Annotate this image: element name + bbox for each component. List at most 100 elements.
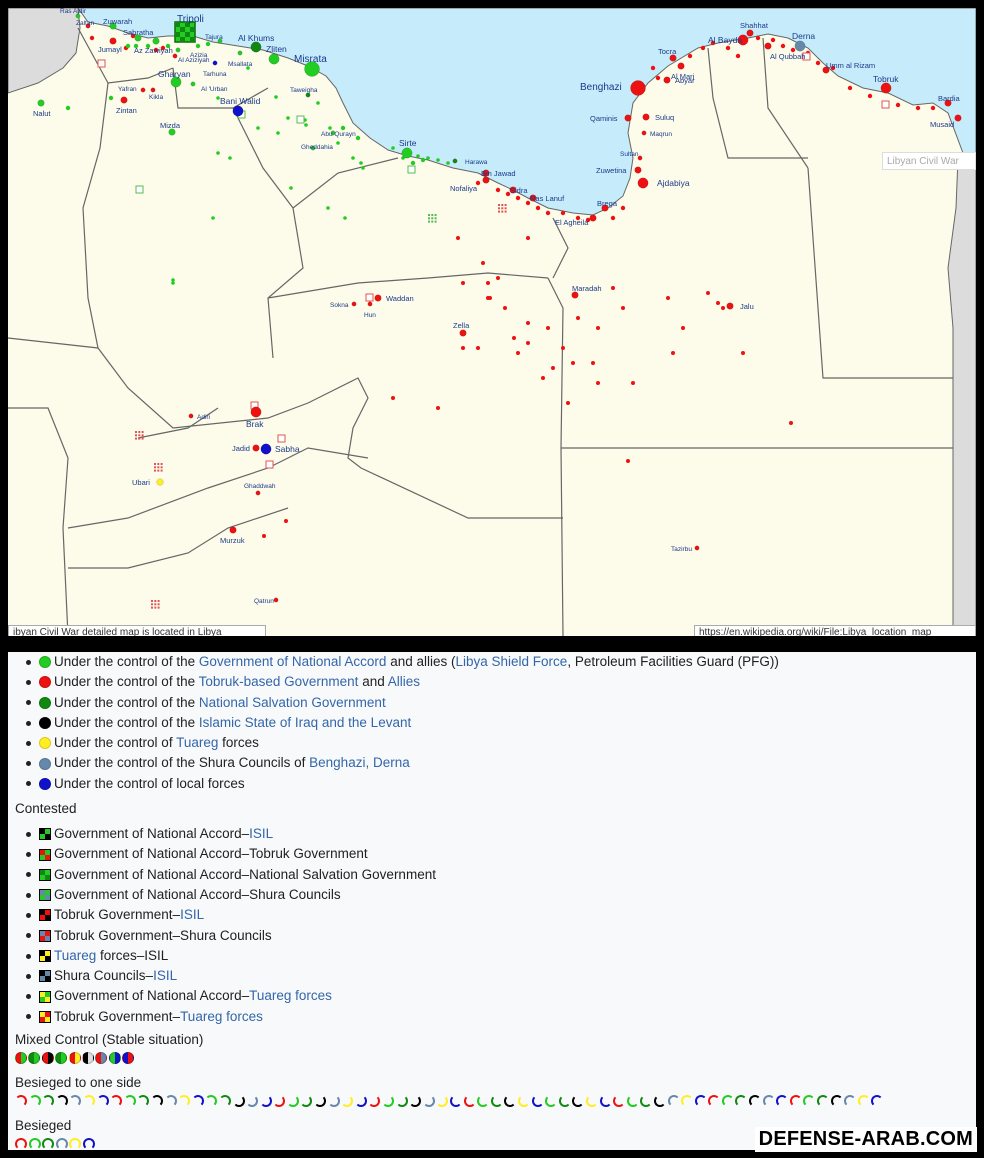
legend-link[interactable]: Tuareg	[54, 948, 96, 963]
legend-link[interactable]: ISIL	[153, 968, 177, 983]
place-marker-az-zawiyah[interactable]	[152, 37, 160, 45]
place-marker-brak[interactable]	[250, 406, 262, 418]
minor-location-marker[interactable]	[780, 43, 786, 49]
minor-location-marker[interactable]	[216, 151, 220, 155]
minor-location-marker[interactable]	[361, 166, 365, 170]
minor-location-marker[interactable]	[340, 125, 346, 131]
oil-field-marker[interactable]	[566, 401, 570, 405]
oil-field-marker[interactable]	[716, 301, 720, 305]
oil-field-marker[interactable]	[526, 321, 530, 325]
oil-field-marker[interactable]	[666, 296, 670, 300]
place-marker-zuwetina[interactable]	[634, 166, 642, 174]
place-marker-sirte[interactable]	[401, 147, 413, 159]
place-marker-suluq[interactable]	[642, 113, 650, 121]
legend-link[interactable]: Libya Shield Force	[456, 654, 568, 669]
place-marker-zintan[interactable]	[120, 96, 128, 104]
place-marker-nalut[interactable]	[37, 99, 45, 107]
minor-location-marker[interactable]	[65, 105, 71, 111]
minor-location-marker[interactable]	[620, 205, 626, 211]
legend-link[interactable]: Tuareg	[176, 735, 218, 750]
minor-location-marker[interactable]	[815, 60, 821, 66]
place-marker-abyar[interactable]	[663, 76, 671, 84]
legend-link[interactable]: Tobruk-based Government	[199, 674, 359, 689]
airbase-icon[interactable]	[97, 59, 106, 68]
oil-field-grid-icon[interactable]	[428, 214, 437, 223]
oil-field-marker[interactable]	[571, 361, 575, 365]
place-marker-sultan[interactable]	[637, 155, 643, 161]
legend-link[interactable]: Government of National Accord	[199, 654, 387, 669]
oil-field-marker[interactable]	[496, 276, 500, 280]
minor-location-marker[interactable]	[359, 161, 363, 165]
minor-location-marker[interactable]	[89, 35, 95, 41]
place-marker-al-khums[interactable]	[250, 41, 262, 53]
minor-location-marker[interactable]	[930, 105, 936, 111]
minor-location-marker[interactable]	[391, 146, 395, 150]
minor-location-marker[interactable]	[256, 126, 260, 130]
minor-location-marker[interactable]	[735, 53, 741, 59]
place-marker-maqrun[interactable]	[641, 130, 647, 136]
oil-field-grid-icon[interactable]	[151, 600, 160, 609]
oil-field-marker[interactable]	[512, 336, 516, 340]
place-marker-azizia[interactable]	[175, 47, 181, 53]
legend-link[interactable]: Benghazi, Derna	[309, 755, 410, 770]
minor-location-marker[interactable]	[326, 206, 330, 210]
oil-field-marker[interactable]	[706, 291, 710, 295]
place-marker-al-aziziyah[interactable]	[172, 53, 178, 59]
airbase-icon[interactable]	[135, 185, 144, 194]
oil-field-marker[interactable]	[262, 534, 266, 538]
oil-field-marker[interactable]	[621, 306, 625, 310]
oil-field-marker[interactable]	[596, 326, 600, 330]
place-marker-kikla[interactable]	[150, 87, 156, 93]
legend-link[interactable]: ISIL	[249, 826, 273, 841]
place-marker-derna[interactable]	[794, 40, 806, 52]
minor-location-marker[interactable]	[125, 43, 131, 49]
minor-location-marker[interactable]	[205, 41, 211, 47]
minor-location-marker[interactable]	[867, 93, 873, 99]
oil-field-marker[interactable]	[591, 361, 595, 365]
oil-field-marker[interactable]	[626, 459, 630, 463]
place-marker-ghaddwah[interactable]	[255, 490, 261, 496]
place-marker-tarhuna[interactable]	[212, 60, 218, 66]
place-marker-benghazi[interactable]	[630, 80, 646, 96]
oil-field-marker[interactable]	[611, 286, 615, 290]
minor-location-marker[interactable]	[895, 102, 901, 108]
legend-link[interactable]: ISIL	[180, 907, 204, 922]
legend-link[interactable]: Tuareg forces	[249, 988, 332, 1003]
oil-field-marker[interactable]	[541, 376, 545, 380]
minor-location-marker[interactable]	[515, 195, 521, 201]
oil-field-marker[interactable]	[526, 236, 530, 240]
oil-field-marker[interactable]	[486, 281, 490, 285]
place-marker-el-agheila[interactable]	[589, 214, 597, 222]
minor-location-marker[interactable]	[171, 281, 175, 285]
minor-location-marker[interactable]	[725, 45, 731, 51]
place-marker-harawa[interactable]	[452, 158, 458, 164]
oil-field-marker[interactable]	[391, 396, 395, 400]
place-marker-ajdabiya[interactable]	[637, 177, 649, 189]
place-marker-tobruk[interactable]	[880, 82, 892, 94]
legend-link[interactable]: Tuareg forces	[180, 1009, 263, 1024]
minor-location-marker[interactable]	[274, 95, 278, 99]
minor-location-marker[interactable]	[355, 135, 361, 141]
minor-location-marker[interactable]	[650, 65, 656, 71]
oil-field-marker[interactable]	[551, 366, 555, 370]
airbase-icon[interactable]	[881, 100, 890, 109]
place-marker-al-marj[interactable]	[677, 62, 685, 70]
minor-location-marker[interactable]	[700, 45, 706, 51]
place-marker-qatrun[interactable]	[273, 597, 279, 603]
place-marker-nofaliya[interactable]	[482, 176, 490, 184]
tripoli-contested-marker[interactable]	[174, 21, 196, 43]
place-marker-murzuk[interactable]	[229, 526, 237, 534]
map-canvas[interactable]: Tripoli Zuwarah Sabratha Zaltan Ras Ajdir Jum…	[8, 8, 976, 636]
minor-location-marker[interactable]	[687, 53, 693, 59]
place-marker-jalu[interactable]	[726, 302, 734, 310]
oil-field-marker[interactable]	[456, 236, 460, 240]
oil-field-marker[interactable]	[671, 351, 675, 355]
minor-location-marker[interactable]	[560, 210, 566, 216]
minor-location-marker[interactable]	[416, 154, 420, 158]
place-marker-zella[interactable]	[459, 329, 467, 337]
minor-location-marker[interactable]	[610, 215, 616, 221]
oil-field-marker[interactable]	[516, 351, 520, 355]
legend-link[interactable]: National Salvation Government	[199, 695, 386, 710]
map-caption-right[interactable]: https://en.wikipedia.org/wiki/File:Libya…	[694, 625, 976, 636]
minor-location-marker[interactable]	[343, 216, 347, 220]
